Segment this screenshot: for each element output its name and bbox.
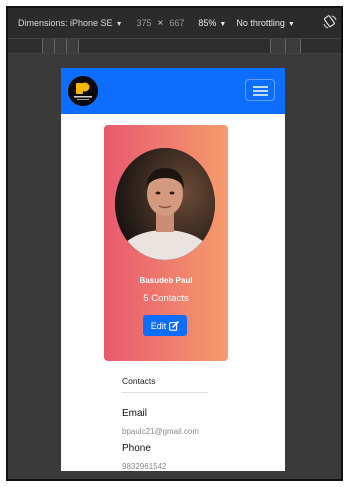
menu-icon — [253, 86, 268, 88]
device-selector[interactable]: Dimensions: iPhone SE ▼ — [18, 18, 123, 28]
menu-icon-bar — [253, 90, 268, 92]
width-input[interactable]: 375 — [137, 18, 152, 28]
email-value[interactable]: bpaulc21@gmail.com — [122, 427, 199, 436]
ruler-tick — [300, 39, 301, 53]
ruler-segment — [42, 39, 78, 53]
device-viewport: Basudeb Paul 5 Contacts Edit Contacts Em… — [61, 68, 285, 471]
zoom-caret-icon: ▼ — [219, 21, 227, 28]
height-input[interactable]: 667 — [169, 18, 184, 28]
menu-toggle-button[interactable] — [245, 79, 275, 101]
throttling-selector[interactable]: No throttling ▼ — [236, 18, 294, 28]
logo-icon[interactable] — [68, 76, 98, 106]
media-query-ruler — [8, 38, 341, 54]
zoom-selector[interactable]: 85% ▼ — [198, 18, 226, 28]
devtools-frame: Dimensions: iPhone SE ▼ 375 × 667 85% ▼ No… — [6, 6, 343, 481]
ruler-tick — [66, 39, 67, 53]
rotate-icon[interactable] — [323, 15, 337, 29]
navbar — [61, 68, 285, 114]
profile-card: Basudeb Paul 5 Contacts Edit — [104, 125, 228, 361]
contacts-count: 5 Contacts — [143, 293, 189, 304]
ruler-tick — [54, 39, 55, 53]
ruler-tick — [285, 39, 286, 53]
edit-button[interactable]: Edit — [143, 315, 187, 336]
email-label: Email — [122, 408, 148, 419]
times-symbol: × — [157, 17, 164, 29]
phone-label: Phone — [122, 443, 151, 454]
contact-details-card: Contacts Email bpaulc21@gmail.com Phone … — [112, 370, 220, 471]
divider — [122, 392, 208, 393]
edit-icon — [169, 320, 180, 331]
ruler-tick — [270, 39, 271, 53]
device-caret-icon: ▼ — [115, 21, 123, 28]
contacts-heading: Contacts — [122, 376, 156, 386]
ruler-tick — [78, 39, 79, 53]
ruler-tick — [42, 39, 43, 53]
edit-button-label: Edit — [150, 320, 167, 331]
throttling-caret-icon: ▼ — [287, 21, 295, 28]
device-toolbar: Dimensions: iPhone SE ▼ 375 × 667 85% ▼ No… — [8, 8, 341, 38]
device-selector-label: Dimensions: iPhone SE — [18, 18, 113, 28]
avatar — [115, 148, 215, 260]
menu-icon-bar — [253, 94, 268, 96]
phone-value[interactable]: 9832961542 — [122, 462, 167, 471]
profile-name: Basudeb Paul — [139, 276, 193, 285]
zoom-label: 85% — [198, 18, 217, 28]
throttling-label: No throttling — [236, 18, 285, 28]
